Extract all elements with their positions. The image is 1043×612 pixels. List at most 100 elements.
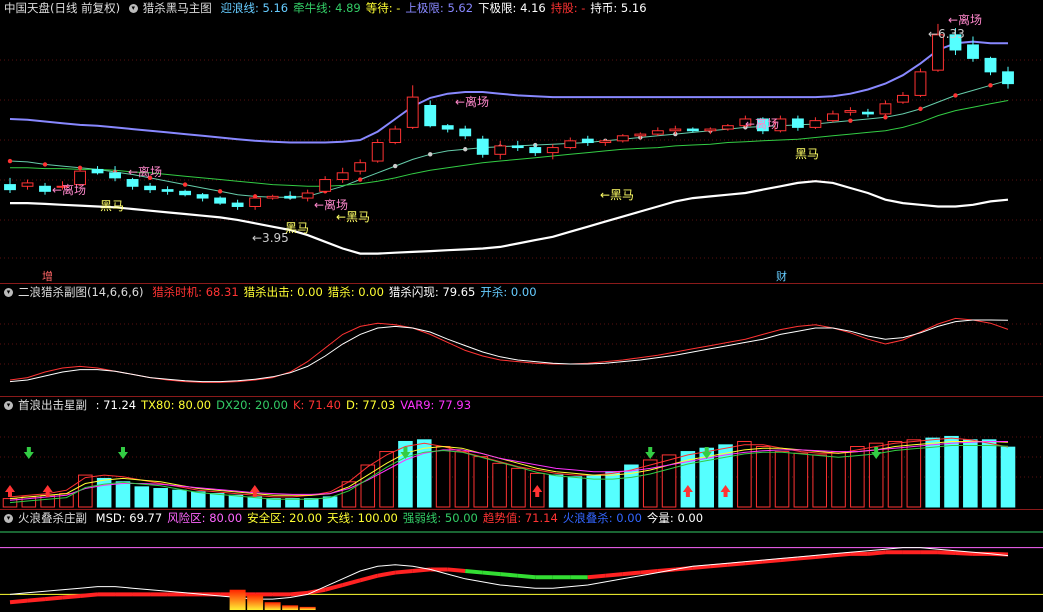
panel2-line-chart[interactable]: [0, 284, 1043, 396]
p4-fire-bar-3: [282, 605, 299, 610]
panel-fire-wave[interactable]: ▾ 火浪叠杀庄副 MSD: 69.77 风险区: 80.00 安全区: 20.00 天线…: [0, 510, 1043, 612]
p4-trend-seg-27: [465, 569, 483, 575]
p3-bar-44: [831, 451, 846, 508]
candle-body-23: [406, 96, 419, 128]
p4-trend-seg-23: [395, 569, 413, 575]
candlestick-chart[interactable]: ←离场←离场←离场←离场←离场←离场黑马黑马黑马←黑马←黑马←3.95←6.33: [0, 0, 1043, 283]
p3-arrow-3: [117, 447, 128, 459]
candle-body-55: [967, 44, 979, 59]
candle-body-36: [634, 133, 647, 137]
p2-line-0: [9, 317, 1009, 383]
candle-body-31: [546, 147, 559, 154]
p4-trend-seg-20: [342, 578, 361, 587]
p4-fire-bar-0: [229, 589, 246, 610]
candle-body-46: [809, 120, 822, 128]
p3-bar-51: [963, 439, 978, 508]
exit-label-2: ←离场: [128, 164, 162, 179]
panel-first-wave[interactable]: ▾ 首浪出击星副 : 71.24 TX80: 80.00 DX20: 20.00 K: …: [0, 397, 1043, 509]
p4-trend-seg-35: [605, 572, 623, 578]
candle-body-57: [1002, 71, 1014, 85]
p4-trend-seg-36: [622, 570, 641, 577]
candle-body-51: [897, 94, 909, 103]
p4-trend-seg-28: [482, 570, 501, 577]
p3-bar-48: [906, 439, 922, 508]
p3-bar-23: [435, 446, 451, 508]
candle-body-29: [511, 145, 524, 149]
candle-body-48: [844, 110, 857, 113]
panel3-bar-chart[interactable]: [0, 397, 1043, 509]
p3-arrow-7: [645, 447, 656, 459]
p3-bar-5: [96, 477, 112, 508]
p4-trend-seg-1: [9, 598, 28, 605]
p4-trend-seg-50: [867, 550, 886, 556]
p4-trend-seg-37: [640, 569, 659, 575]
trend-dot-54: [953, 93, 958, 98]
main-chart-panel[interactable]: 中国天盘(日线 前复权) ▾ 猎杀黑马主图 迎浪线: 5.16 牵牛线: 4.89 等…: [0, 0, 1043, 283]
candle-body-38: [669, 128, 682, 132]
p4-trend-seg-5: [79, 592, 98, 598]
exit-label-6: ←离场: [948, 12, 982, 27]
candle-body-16: [284, 195, 297, 199]
candle-body-32: [564, 140, 577, 149]
p3-bar-53: [1000, 446, 1016, 508]
trend-dot-56: [988, 83, 993, 88]
candle-body-50: [879, 103, 892, 115]
p3-bar-27: [511, 467, 526, 508]
candle-body-0: [4, 184, 16, 191]
trend-dot-2: [42, 162, 48, 167]
candle-body-21: [371, 142, 384, 162]
candle-body-39: [686, 128, 699, 132]
p3-bar-52: [981, 439, 997, 508]
candle-body-19: [336, 172, 349, 181]
p4-trend-seg-30: [517, 573, 536, 580]
p4-trend-seg-29: [500, 572, 518, 578]
bottom-left-label: 增: [42, 270, 53, 283]
candle-body-13: [231, 202, 244, 207]
dark-horse-label-5: ←黑马: [600, 188, 634, 202]
panel4-area-chart[interactable]: [0, 510, 1043, 612]
candle-body-17: [301, 192, 314, 199]
panel-erlang-hunt[interactable]: ▾ 二浪猎杀副图(14,6,6,6) 猎杀时机: 68.31 猎杀出击: 0.00 猎…: [0, 284, 1043, 396]
p3-bar-50: [944, 435, 959, 508]
p4-trend-seg-2: [27, 597, 46, 603]
p3-bar-20: [379, 451, 394, 508]
line-下极限: [10, 180, 1009, 255]
p3-bar-32: [605, 471, 620, 508]
trend-dot-26: [463, 147, 468, 152]
p3-bar-26: [492, 462, 507, 508]
low-price-label: ←3.95: [252, 231, 289, 245]
trend-dot-0: [7, 158, 13, 164]
p4-trend-seg-24: [412, 567, 431, 573]
candle-body-8: [144, 185, 156, 191]
candle-body-49: [862, 111, 874, 115]
candle-body-2: [39, 185, 51, 192]
p4-trend-seg-54: [937, 550, 956, 556]
dark-horse-label-1: 黑马: [100, 199, 124, 213]
p3-bar-25: [473, 456, 489, 508]
bottom-mid-label: 财: [776, 270, 787, 283]
candle-body-15: [266, 195, 279, 199]
p2-line-1: [9, 319, 1009, 383]
candle-body-40: [704, 128, 717, 132]
p3-bar-12: [228, 494, 244, 508]
trend-dot-20: [357, 177, 363, 182]
candle-body-25: [441, 125, 454, 130]
p3-bar-24: [454, 451, 470, 508]
dark-horse-label-4: ←黑马: [336, 210, 370, 224]
p3-bar-18: [341, 481, 357, 508]
p3-arrow-0: [5, 485, 15, 497]
candle-body-27: [476, 138, 489, 155]
trend-dot-12: [217, 189, 223, 194]
p4-fire-bar-4: [299, 606, 316, 610]
candle-body-7: [126, 179, 139, 187]
trend-dot-10: [182, 182, 188, 187]
p4-trend-seg-21: [359, 573, 379, 583]
candle-body-30: [529, 147, 542, 154]
candle-body-11: [196, 194, 209, 199]
candle-body-33: [581, 138, 594, 144]
p3-bar-35: [661, 454, 677, 508]
trend-dot-50: [883, 115, 888, 120]
trend-dot-24: [428, 152, 433, 157]
candle-body-35: [616, 135, 629, 142]
p3-bar-34: [642, 459, 658, 508]
